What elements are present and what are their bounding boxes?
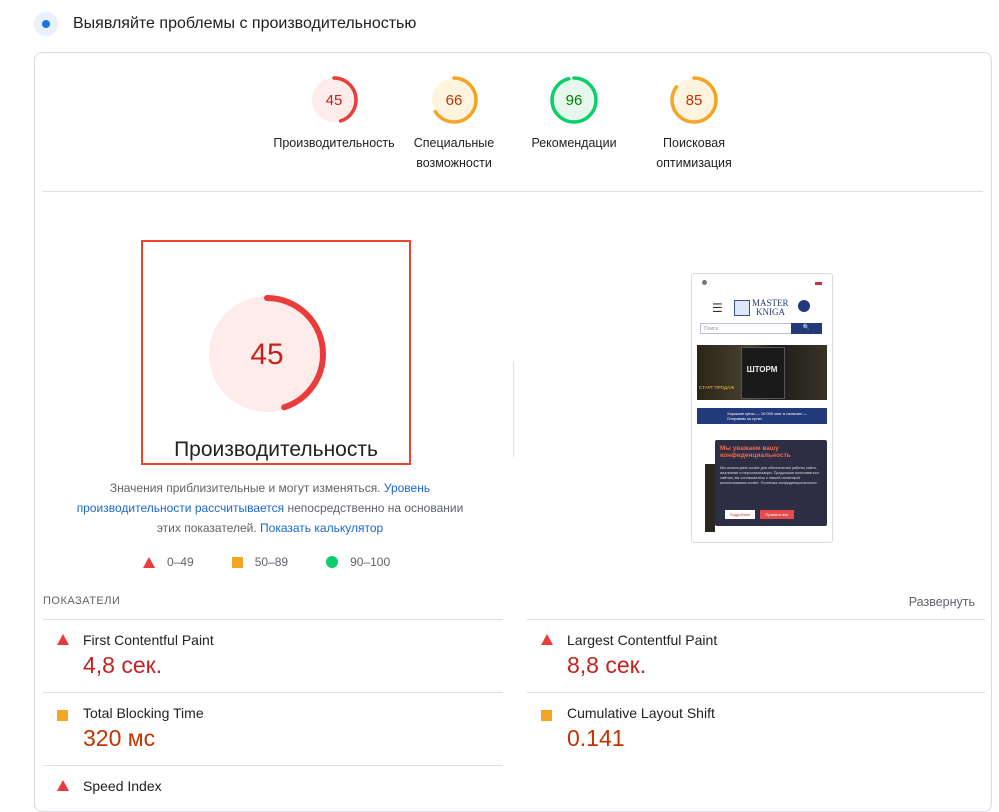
performance-highlight-box: 45 Производительность [141, 240, 411, 465]
metric-value: 0.141 [567, 725, 625, 751]
metric-name: Total Blocking Time [83, 705, 204, 721]
gauge-label: Поисковая [663, 136, 725, 150]
site-info-strip: Хорошие цены — 10 000 книг в наличии — О… [697, 408, 827, 424]
score-legend: 0–49 50–89 90–100 [143, 555, 428, 569]
gauge-seo[interactable]: 85 Поисковая оптимизация [629, 75, 759, 173]
gauge-label: Производительность [273, 136, 395, 150]
main-performance-gauge: 45 [208, 295, 326, 413]
report-card: 45 Производительность 66 Специальные возм… [34, 52, 992, 812]
flag-icon [815, 282, 822, 285]
metric-name: First Contentful Paint [83, 632, 214, 648]
score-note: Значения приблизительные и могут изменят… [76, 481, 464, 535]
red-triangle-icon [57, 780, 69, 791]
metric-cumulative-layout-shift: Cumulative Layout Shift 0.141 [527, 705, 985, 765]
divider [43, 191, 983, 192]
site-banner: ШТОРМ СТАРТ ПРОДАЖ [697, 345, 827, 400]
section-header: Выявляйте проблемы с производительностью [34, 12, 416, 36]
vertical-divider [513, 361, 514, 457]
gauge-score: 96 [566, 92, 583, 109]
red-triangle-icon [541, 634, 553, 645]
red-triangle-icon [57, 634, 69, 645]
site-search-input: Поиск [700, 323, 792, 334]
gauge-performance[interactable]: 45 Производительность [269, 75, 399, 153]
main-score: 45 [250, 338, 283, 371]
site-search-icon: 🔍 [791, 323, 822, 334]
metric-value: 4,8 сек. [83, 652, 163, 678]
user-icon [702, 280, 707, 285]
gauge-best-practices-ring: 96 [550, 76, 598, 124]
orange-square-icon [231, 556, 243, 568]
metric-name: Largest Contentful Paint [567, 632, 718, 648]
cart-icon [798, 300, 810, 312]
gauge-seo-ring: 85 [670, 76, 718, 124]
menu-icon: ☰ [712, 301, 723, 315]
gauge-score: 66 [446, 92, 463, 109]
section-title: Выявляйте проблемы с производительностью [73, 15, 417, 32]
gauge-best-practices[interactable]: 96 Рекомендации [509, 75, 639, 153]
metric-speed-index: Speed Index [43, 778, 503, 811]
page-screenshot[interactable]: ☰ MASTER KNIGA Поиск 🔍 ШТОРМ СТАРТ ПРОДАЖ… [691, 273, 833, 543]
red-triangle-icon [143, 556, 155, 568]
orange-square-icon [57, 710, 68, 721]
gauge-label: Специальные [413, 136, 495, 150]
metrics-heading: ПОКАЗАТЕЛИ [43, 595, 121, 607]
gauge-accessibility-ring: 66 [430, 76, 478, 124]
gauge-score: 85 [686, 92, 703, 109]
expand-metrics-button[interactable]: Развернуть [909, 595, 975, 609]
metric-first-contentful-paint: First Contentful Paint 4,8 сек. [43, 632, 503, 692]
metric-total-blocking-time: Total Blocking Time 320 мс [43, 705, 503, 765]
metric-value: 8,8 сек. [567, 652, 647, 678]
metric-name: Cumulative Layout Shift [567, 705, 715, 721]
metric-value: 320 мс [83, 725, 156, 751]
gauge-label: Рекомендации [531, 136, 617, 150]
lighthouse-icon [34, 12, 58, 36]
orange-square-icon [541, 710, 552, 721]
category-gauges: 45 Производительность 66 Специальные возм… [35, 75, 991, 195]
show-calculator-link[interactable]: Показать калькулятор [260, 521, 383, 535]
gauge-accessibility[interactable]: 66 Специальные возможности [389, 75, 519, 173]
main-gauge-label: Производительность [174, 438, 378, 461]
gauge-performance-ring: 45 [310, 76, 358, 124]
gauge-score: 45 [326, 92, 343, 109]
site-logo: MASTER KNIGA [752, 298, 789, 317]
metric-largest-contentful-paint: Largest Contentful Paint 8,8 сек. [527, 632, 985, 692]
green-circle-icon [326, 556, 339, 568]
metric-name: Speed Index [83, 778, 162, 794]
logo-icon [734, 300, 750, 316]
cookie-popup: Мы уважаем вашу конфиденциальность Мы ис… [715, 440, 827, 526]
